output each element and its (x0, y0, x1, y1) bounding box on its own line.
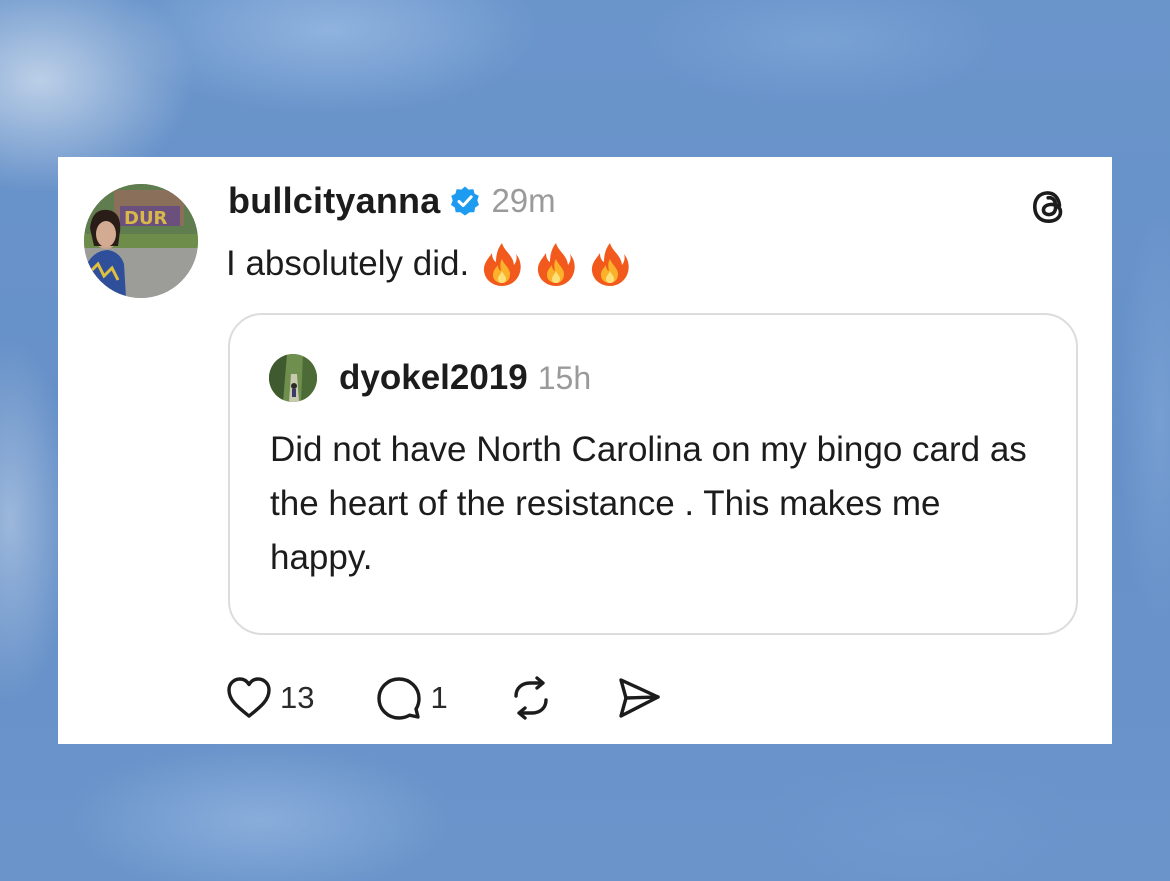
quoted-post-timestamp: 15h (537, 359, 592, 396)
comment-icon (376, 676, 422, 720)
quoted-post-header: dyokel2019 15h (339, 353, 591, 403)
quoted-author-avatar[interactable] (269, 354, 317, 402)
fire-emoji-icon (481, 241, 523, 287)
fire-emoji-icon (589, 241, 631, 287)
threads-logo-icon[interactable] (1028, 185, 1072, 229)
quoted-author-username[interactable]: dyokel2019 (339, 358, 528, 398)
post-text: I absolutely did. (226, 241, 631, 287)
fire-emoji-icon (535, 241, 577, 287)
post-header: bullcityanna 29m (228, 179, 556, 223)
verified-badge-icon (449, 185, 481, 217)
like-count: 13 (280, 680, 315, 715)
post-card: DUR bullcityanna 29m I absolutely did. d… (58, 157, 1112, 744)
like-button[interactable]: 13 (226, 676, 314, 720)
quoted-post[interactable]: dyokel2019 15h Did not have North Caroli… (228, 313, 1078, 635)
share-button[interactable] (616, 676, 662, 720)
repost-icon (508, 676, 554, 720)
post-timestamp: 29m (491, 182, 556, 219)
action-bar: 13 1 (226, 674, 662, 722)
share-icon (616, 676, 662, 720)
heart-icon (226, 676, 272, 720)
svg-text:DUR: DUR (124, 208, 168, 229)
author-username[interactable]: bullcityanna (228, 180, 440, 222)
author-avatar[interactable]: DUR (84, 184, 198, 298)
quoted-post-text: Did not have North Carolina on my bingo … (270, 430, 1027, 577)
reply-button[interactable]: 1 (376, 676, 448, 720)
reply-count: 1 (430, 680, 448, 715)
repost-button[interactable] (508, 676, 554, 720)
post-text-content: I absolutely did. (226, 244, 470, 283)
